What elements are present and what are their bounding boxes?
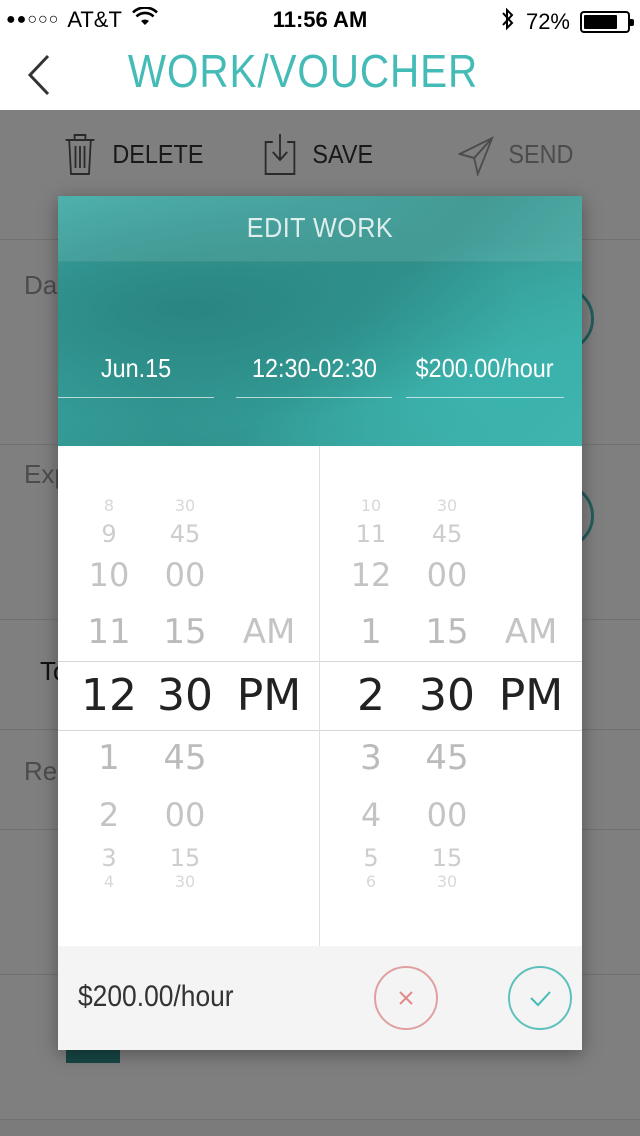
- start-hour-option[interactable]: 4: [80, 872, 138, 891]
- start-hour-option[interactable]: 3: [80, 844, 138, 872]
- end-ampm-wheel[interactable]: AM PM: [492, 446, 570, 946]
- battery-percent: 72%: [525, 9, 570, 34]
- cancel-button[interactable]: [374, 966, 438, 1030]
- start-minute-option[interactable]: 45: [150, 520, 220, 548]
- end-minute-option[interactable]: 45: [412, 738, 482, 778]
- end-hour-wheel[interactable]: 10 11 12 1 2 3 4 5 6: [342, 446, 400, 946]
- end-minute-option[interactable]: 15: [412, 612, 482, 652]
- start-hour-wheel[interactable]: 8 9 10 11 12 1 2 3 4: [80, 446, 138, 946]
- date-value: Jun.15: [100, 353, 172, 383]
- time-range-value: 12:30-02:30: [251, 353, 377, 383]
- end-minute-wheel[interactable]: 30 45 00 15 30 45 00 15 30: [412, 446, 482, 946]
- end-hour-option[interactable]: 4: [342, 796, 400, 834]
- dialog-header: EDIT WORK Jun.15 12:30-02:30 $200.00/hou…: [58, 196, 582, 446]
- start-minute-option[interactable]: 15: [150, 612, 220, 652]
- start-ampm-selected[interactable]: PM: [230, 670, 308, 721]
- end-hour-option[interactable]: 3: [342, 738, 400, 778]
- start-hour-option[interactable]: 8: [80, 496, 138, 515]
- end-hour-option[interactable]: 12: [342, 556, 400, 594]
- checkmark-icon: [530, 991, 551, 1007]
- footer-rate: $200.00/hour: [78, 980, 234, 1013]
- start-hour-option[interactable]: 2: [80, 796, 138, 834]
- confirm-button[interactable]: [508, 966, 572, 1030]
- start-minute-option[interactable]: 30: [150, 872, 220, 891]
- time-range-field[interactable]: 12:30-02:30: [236, 346, 392, 398]
- end-ampm-option[interactable]: AM: [492, 612, 570, 652]
- end-minute-option[interactable]: 00: [412, 556, 482, 594]
- start-hour-selected[interactable]: 12: [80, 670, 138, 721]
- rate-value: $200.00/hour: [416, 353, 554, 383]
- start-minute-wheel[interactable]: 30 45 00 15 30 45 00 15 30: [150, 446, 220, 946]
- end-ampm-selected[interactable]: PM: [492, 670, 570, 721]
- end-time-picker[interactable]: 10 11 12 1 2 3 4 5 6 30 45 00 15 30 45 0…: [320, 446, 582, 946]
- end-hour-option[interactable]: 1: [342, 612, 400, 652]
- page-title: WORK/VOUCHER: [127, 45, 479, 97]
- end-minute-option[interactable]: 15: [412, 844, 482, 872]
- bluetooth-icon: [500, 7, 516, 37]
- start-hour-option[interactable]: 11: [80, 612, 138, 652]
- time-pickers: 8 9 10 11 12 1 2 3 4 30 45 00 15 30 45 0…: [58, 446, 582, 946]
- end-minute-selected[interactable]: 30: [412, 670, 482, 721]
- nav-bar: WORK/VOUCHER: [0, 40, 640, 110]
- end-hour-option[interactable]: 10: [342, 496, 400, 515]
- status-bar: ●●○○○ AT&T 11:56 AM 72%: [0, 0, 640, 40]
- end-minute-option[interactable]: 30: [412, 496, 482, 515]
- end-hour-option[interactable]: 6: [342, 872, 400, 891]
- start-ampm-wheel[interactable]: AM PM: [230, 446, 308, 946]
- start-ampm-option[interactable]: AM: [230, 612, 308, 652]
- dialog-footer: $200.00/hour: [58, 946, 582, 1050]
- end-hour-option[interactable]: 11: [342, 520, 400, 548]
- start-minute-option[interactable]: 30: [150, 496, 220, 515]
- start-minute-option[interactable]: 45: [150, 738, 220, 778]
- close-icon: [399, 991, 413, 1005]
- end-minute-option[interactable]: 00: [412, 796, 482, 834]
- dialog-title: EDIT WORK: [246, 212, 394, 243]
- end-hour-selected[interactable]: 2: [342, 670, 400, 721]
- end-minute-option[interactable]: 45: [412, 520, 482, 548]
- rate-field[interactable]: $200.00/hour: [406, 346, 564, 398]
- edit-work-dialog: EDIT WORK Jun.15 12:30-02:30 $200.00/hou…: [58, 196, 582, 1050]
- end-minute-option[interactable]: 30: [412, 872, 482, 891]
- start-minute-option[interactable]: 00: [150, 796, 220, 834]
- battery-icon: [580, 11, 634, 33]
- start-hour-option[interactable]: 10: [80, 556, 138, 594]
- start-minute-option[interactable]: 00: [150, 556, 220, 594]
- end-hour-option[interactable]: 5: [342, 844, 400, 872]
- start-minute-option[interactable]: 15: [150, 844, 220, 872]
- start-hour-option[interactable]: 1: [80, 738, 138, 778]
- start-minute-selected[interactable]: 30: [150, 670, 220, 721]
- date-field[interactable]: Jun.15: [58, 346, 214, 398]
- start-time-picker[interactable]: 8 9 10 11 12 1 2 3 4 30 45 00 15 30 45 0…: [58, 446, 319, 946]
- start-hour-option[interactable]: 9: [80, 520, 138, 548]
